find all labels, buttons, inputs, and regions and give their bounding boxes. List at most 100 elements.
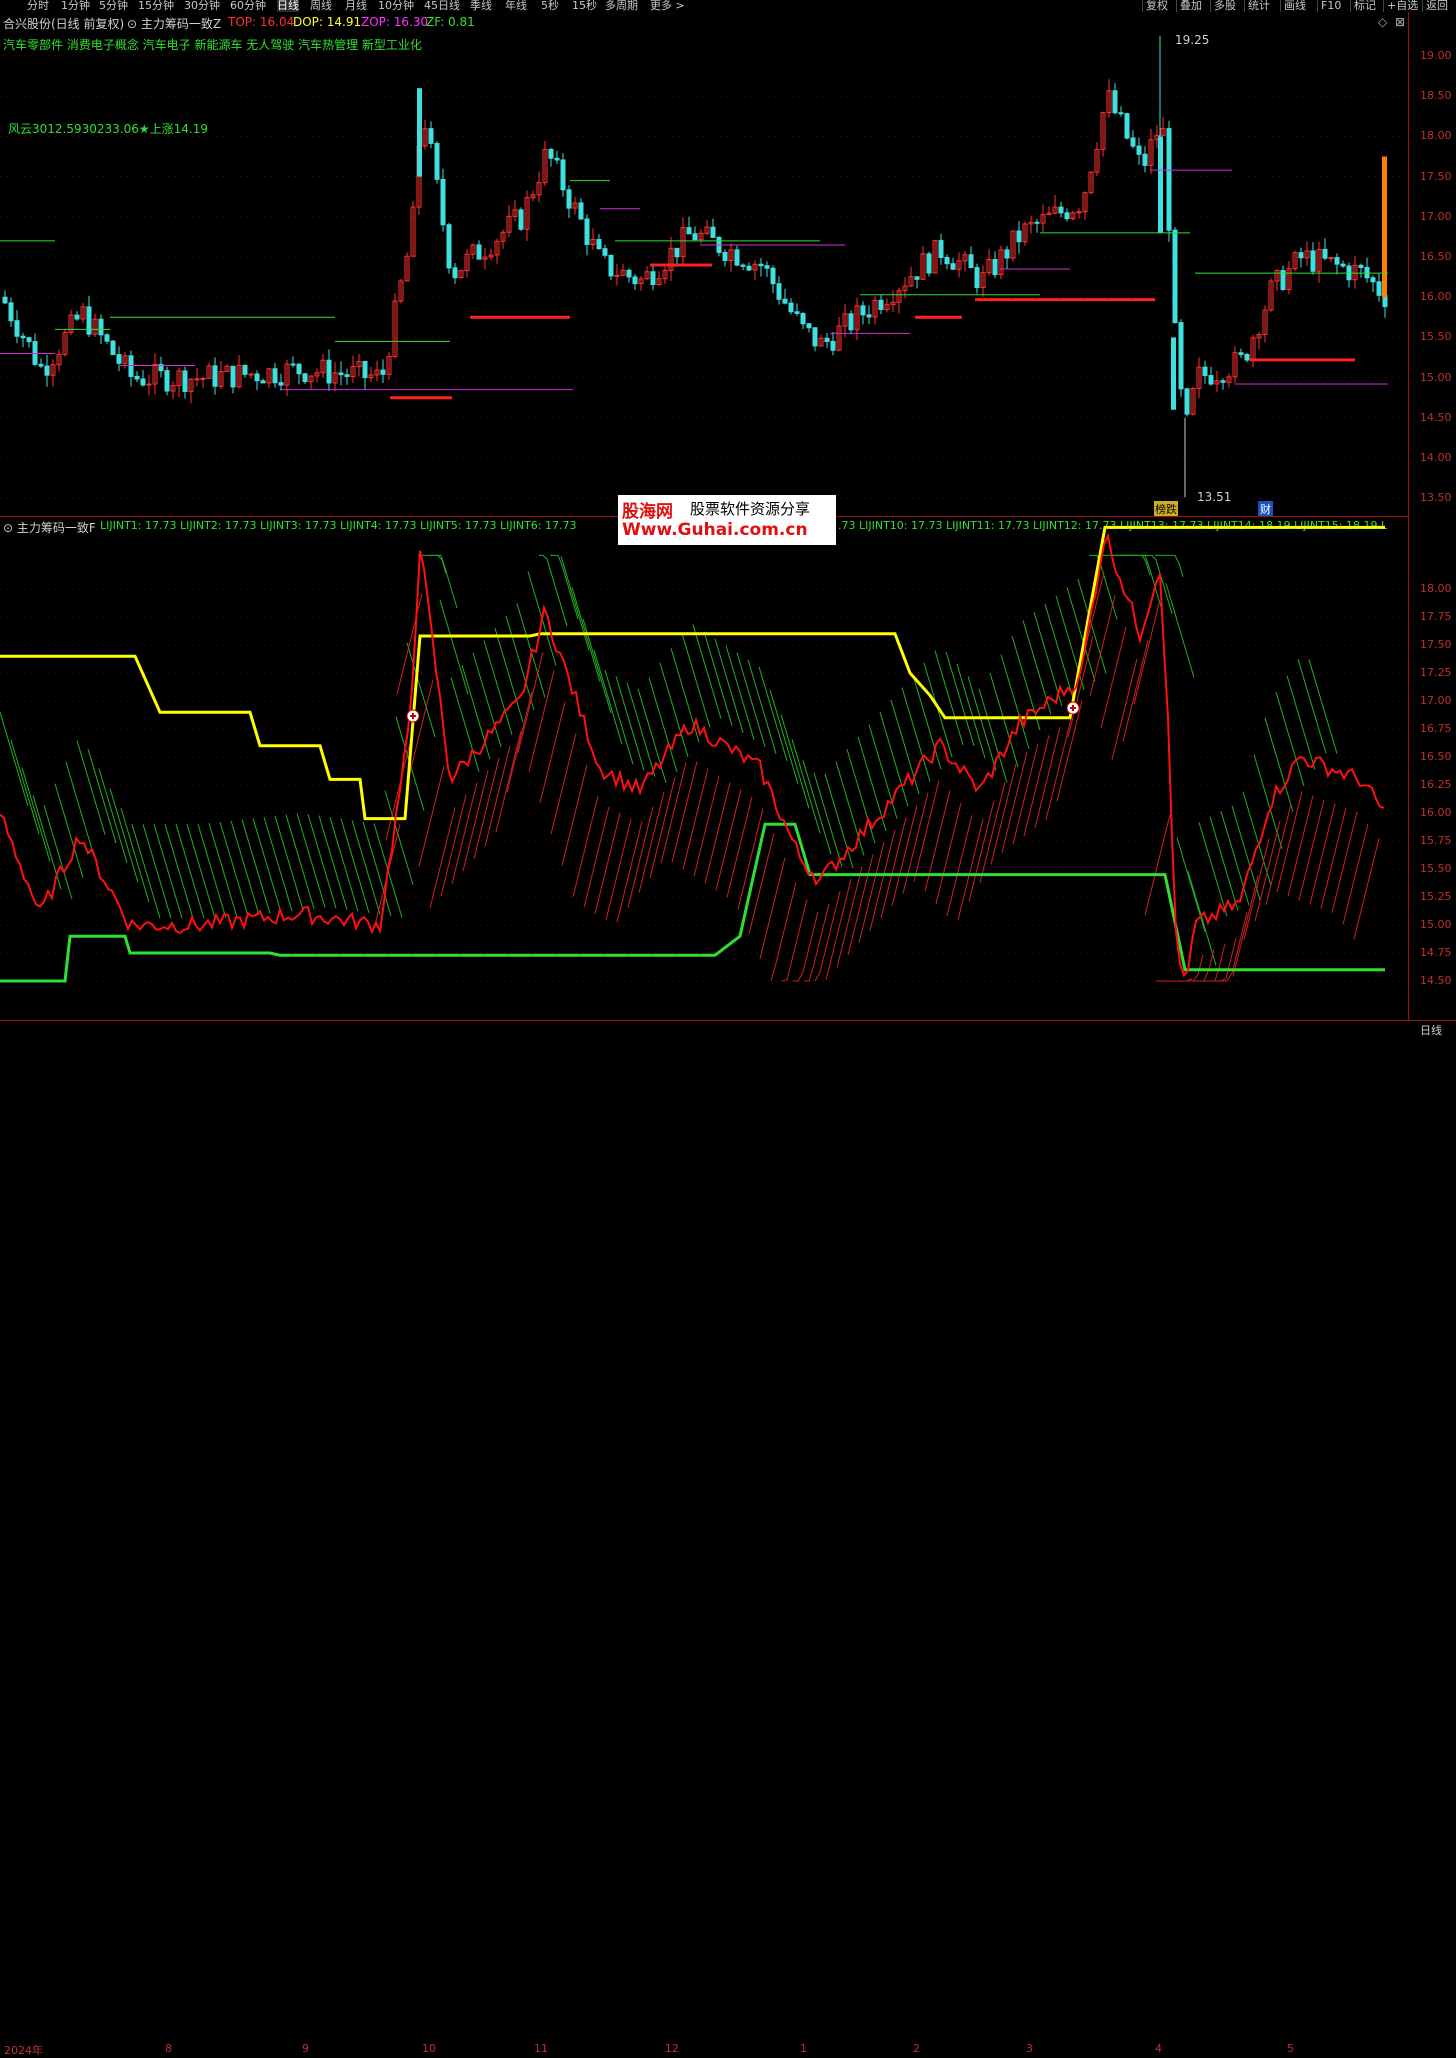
candle-body: [1220, 380, 1226, 383]
chip-line-red: [1189, 949, 1215, 982]
candle-body: [968, 254, 974, 269]
price-tick: 17.00: [1420, 209, 1452, 223]
candle-body: [1184, 388, 1190, 415]
candle-body: [428, 128, 434, 144]
chip-line-green: [901, 687, 931, 782]
candle-body: [8, 302, 14, 322]
chip-line-red: [825, 878, 852, 981]
chip-line-green: [439, 600, 469, 695]
candle-body: [200, 377, 206, 380]
price-tick: 16.00: [1420, 290, 1452, 304]
chip-line-green: [934, 650, 964, 745]
chip-line-red: [726, 796, 753, 898]
sub-price-tick: 16.25: [1420, 778, 1452, 791]
chip-line-red: [495, 730, 522, 832]
sub-price-tick: 16.75: [1420, 722, 1452, 735]
candle-body: [452, 267, 458, 279]
chip-line-red: [990, 763, 1017, 865]
candle-body: [86, 306, 92, 335]
chip-line-red: [1254, 820, 1281, 922]
candle-body: [140, 378, 146, 386]
watermark-url: Www.Guhai.com.cn: [622, 520, 808, 540]
chip-line-green: [351, 820, 381, 915]
chip-line-red: [1342, 823, 1369, 925]
chip-line-red: [858, 841, 885, 944]
chip-line-red: [902, 792, 929, 894]
period-label: 日线: [1420, 1024, 1442, 1037]
candle-body: [38, 363, 44, 367]
candle-body: [830, 341, 836, 351]
candle-body: [134, 375, 140, 380]
chip-line-red: [572, 795, 599, 898]
chip-line-red: [869, 829, 896, 931]
price-tick: 15.50: [1420, 330, 1452, 344]
candle-body: [776, 283, 782, 300]
candle-body: [782, 298, 788, 304]
chip-line-red: [1331, 811, 1358, 913]
candle-body: [1310, 250, 1316, 272]
candle-body: [1064, 212, 1070, 220]
chip-line-red: [1265, 803, 1292, 905]
chip-line-red: [473, 757, 500, 860]
tool-back[interactable]: 返回: [1422, 0, 1451, 12]
chip-line-green: [1198, 822, 1228, 917]
chip-line-red: [583, 806, 610, 908]
chip-line-red: [1122, 640, 1149, 742]
date-tick: 1: [800, 2042, 807, 2055]
candle-body: [560, 159, 566, 191]
candle-body: [602, 248, 608, 256]
chip-line-red: [1276, 791, 1303, 893]
chip-line-red: [1232, 875, 1259, 977]
chip-line-green: [747, 659, 777, 754]
chip-line-green: [945, 651, 975, 746]
chip-line-red: [1100, 626, 1127, 729]
candle-body: [950, 263, 956, 270]
candle-body: [746, 265, 752, 271]
chip-line-green: [450, 677, 480, 772]
sub-price-tick: 17.00: [1420, 694, 1452, 707]
candle-body: [1202, 366, 1208, 377]
candle-body: [296, 363, 302, 375]
candle-body: [338, 372, 344, 376]
date-tick: 9: [302, 2042, 309, 2055]
candle-body: [434, 142, 440, 180]
candle-body: [1142, 153, 1148, 166]
chip-line-red: [1067, 636, 1094, 738]
chip-line-red: [814, 891, 841, 982]
date-tick: 4: [1155, 2042, 1162, 2055]
chip-line-red: [1353, 838, 1380, 940]
candle-body: [362, 361, 368, 379]
candle-body: [1298, 252, 1304, 259]
candle-body: [878, 299, 884, 310]
candle-body: [938, 240, 944, 258]
candle-body: [914, 276, 920, 280]
chip-line-green: [593, 650, 623, 745]
chip-line-red: [682, 768, 709, 870]
chip-line-red: [550, 733, 577, 835]
candle-body: [1172, 229, 1178, 324]
price-tick: 16.50: [1420, 250, 1452, 263]
candle-body: [860, 305, 866, 316]
candle-body: [788, 302, 794, 313]
chip-line-red: [539, 701, 566, 803]
price-tick: 13.50: [1420, 491, 1452, 505]
chip-line-green: [175, 824, 205, 919]
chip-line-red: [1089, 595, 1116, 697]
chip-line-green: [1044, 603, 1074, 699]
candle-body: [26, 337, 32, 343]
chip-line-green: [802, 760, 832, 855]
chip-line-green: [230, 820, 260, 915]
chip-line-green: [813, 772, 843, 867]
chip-line-red: [924, 790, 951, 892]
chip-line-red: [616, 821, 643, 923]
candle-body: [1358, 264, 1364, 268]
candle-body: [290, 363, 296, 366]
chip-line-red: [793, 911, 819, 982]
date-tick: 8: [165, 2042, 172, 2055]
chip-line-green: [483, 640, 513, 735]
chip-line-red: [1298, 799, 1325, 901]
candle-body: [128, 355, 134, 377]
candle-body: [518, 209, 524, 230]
chip-line-green: [703, 631, 733, 726]
chip-line-red: [913, 780, 940, 882]
